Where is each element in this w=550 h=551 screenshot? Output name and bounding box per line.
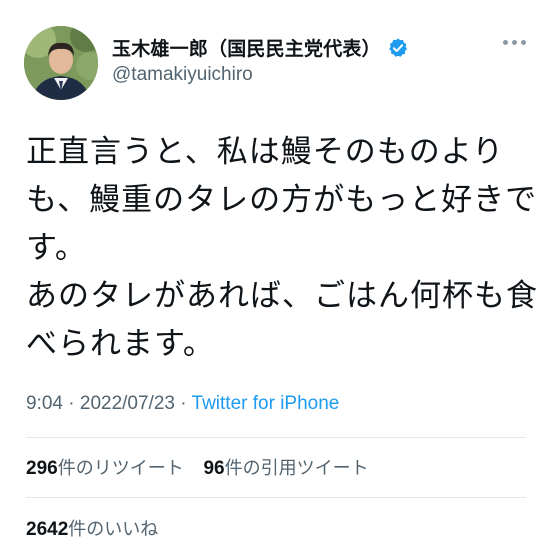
retweets-stat[interactable]: 296件のリツイート xyxy=(26,458,184,479)
profile-photo-icon xyxy=(24,26,98,100)
more-options-icon[interactable] xyxy=(503,40,526,45)
dot xyxy=(521,40,526,45)
dot xyxy=(512,40,517,45)
tweet-card: 玉木雄一郎（国民民主党代表） @tamakiyuichiro 正直言うと、私は鰻… xyxy=(0,0,550,551)
tweet-line: べられます。 xyxy=(26,326,215,362)
avatar[interactable] xyxy=(24,26,98,100)
tweet-date[interactable]: 2022/07/23 xyxy=(80,393,175,414)
tweet-metadata: 9:04 · 2022/07/23 · Twitter for iPhone xyxy=(26,393,339,415)
divider xyxy=(26,437,526,438)
divider xyxy=(26,497,526,498)
tweet-line: 正直言うと、私は鰻そのものより xyxy=(26,134,505,170)
quotes-stat[interactable]: 96件の引用ツイート xyxy=(203,458,368,479)
likes-count: 2642 xyxy=(26,519,69,540)
quotes-count: 96 xyxy=(203,458,225,479)
tweet-line: も、鰻重のタレの方がもっと好きで xyxy=(26,182,538,218)
retweets-count: 296 xyxy=(26,458,58,479)
verified-badge-icon xyxy=(387,37,409,59)
tweet-line: す。 xyxy=(26,230,87,266)
tweet-source-link[interactable]: Twitter for iPhone xyxy=(192,393,340,414)
author-name-row[interactable]: 玉木雄一郎（国民民主党代表） xyxy=(112,34,409,61)
author-handle[interactable]: @tamakiyuichiro xyxy=(112,64,253,86)
tweet-time[interactable]: 9:04 xyxy=(26,393,63,414)
quotes-label: 件の引用ツイート xyxy=(224,458,369,479)
display-name[interactable]: 玉木雄一郎（国民民主党代表） xyxy=(112,34,381,61)
meta-separator: · xyxy=(68,393,80,414)
retweets-label: 件のリツイート xyxy=(57,458,184,479)
tweet-line: あのタレがあれば、ごはん何杯も食 xyxy=(26,278,538,314)
likes-label: 件のいいね xyxy=(68,519,159,540)
tweet-text: 正直言うと、私は鰻そのものより も、鰻重のタレの方がもっと好きで す。 あのタレ… xyxy=(26,128,538,368)
likes-stat[interactable]: 2642件のいいね xyxy=(26,519,158,540)
dot xyxy=(503,40,508,45)
share-stats-row: 296件のリツイート 96件の引用ツイート xyxy=(26,454,383,480)
likes-stats-row: 2642件のいいね xyxy=(26,515,172,541)
meta-separator: · xyxy=(180,393,192,414)
